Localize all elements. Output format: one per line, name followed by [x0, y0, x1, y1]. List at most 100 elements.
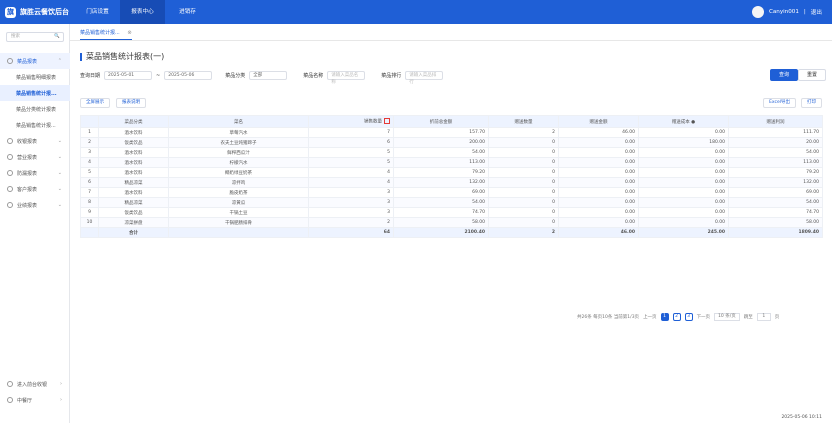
column-header-total-amount: 折前总金额: [393, 115, 489, 128]
user-separator: |: [803, 9, 806, 15]
sidebar-item-leakage-reports[interactable]: 防漏报表 ⌄: [0, 165, 70, 181]
nav-item-inventory[interactable]: 进销存: [165, 0, 210, 24]
sidebar: 搜索 🔍 菜品报表 ⌃ 菜品销售明细报表 菜品销售统计报... 菜品分类统计报表…: [0, 24, 70, 423]
total-gift-quantity: 2: [488, 227, 559, 238]
row-sales-quantity: 5: [308, 147, 394, 158]
total-gift-amount: 46.00: [558, 227, 639, 238]
table-row: 4 酒水饮料 柠檬汽水 5 113.00 0 0.00 0.00 113.00: [80, 157, 823, 168]
chevron-up-icon: ⌃: [57, 58, 62, 64]
chevron-down-icon: ⌄: [57, 186, 62, 192]
row-dish-name: 柠檬汽水: [168, 157, 309, 168]
search-icon[interactable]: 🔍: [54, 33, 60, 41]
sidebar-subitem-dish-sales-stat[interactable]: 菜品销售统计报...: [0, 85, 70, 101]
row-gift-quantity: 0: [488, 197, 559, 208]
pagination: 共26条 每页10条 当前第1/3页 上一页 1 2 3 下一页 10 条/页 …: [577, 312, 822, 322]
row-sales-quantity: 6: [308, 137, 394, 148]
row-index: 7: [80, 187, 99, 198]
location-icon: [7, 397, 13, 403]
row-gift-quantity: 0: [488, 157, 559, 168]
row-index: 5: [80, 167, 99, 178]
close-icon[interactable]: ⊗: [127, 30, 131, 36]
row-index: 1: [80, 127, 99, 138]
category-label: 菜品分类: [225, 73, 246, 79]
row-gift-cost: 0.00: [638, 197, 729, 208]
sidebar-item-customer-reports[interactable]: 客户报表 ⌄: [0, 181, 70, 197]
row-sales-quantity: 4: [308, 167, 394, 178]
brand-logo: 旗 旗胜云餐饮后台: [5, 5, 69, 19]
row-sales-quantity: 3: [308, 197, 394, 208]
row-dish-name: 草莓汽水: [168, 127, 309, 138]
column-header-category: 菜品分类: [98, 115, 169, 128]
user-avatar[interactable]: [751, 6, 764, 18]
sidebar-item-business-reports[interactable]: 营业报表 ⌄: [0, 149, 70, 165]
export-excel-button[interactable]: Excel导出: [763, 98, 796, 108]
sidebar-item-cashier-reports[interactable]: 收银报表 ⌄: [0, 133, 70, 149]
dish-rank-input[interactable]: 请输入菜品排行: [405, 71, 444, 85]
row-gift-profit: 111.70: [728, 127, 823, 138]
report-info-button[interactable]: 报表说明: [116, 98, 146, 108]
row-gift-profit: 69.00: [728, 187, 823, 198]
row-gift-amount: 0.00: [558, 177, 639, 188]
fullscreen-button[interactable]: 全屏展示: [80, 98, 110, 108]
table-row: 6 精品凉菜 凉拌鸡 4 132.00 0 0.00 0.00 132.00: [80, 177, 823, 188]
page-size-select[interactable]: 10 条/页: [714, 313, 740, 321]
column-header-sales-quantity[interactable]: 销售数量: [308, 115, 394, 128]
column-header-gift-quantity: 赠送数量: [488, 115, 559, 128]
report-content: 菜品销售统计报表(一) 查询日期 2025-05-01 ~ 2025-05-06…: [70, 41, 832, 423]
row-gift-cost: 0.00: [638, 157, 729, 168]
query-button[interactable]: 查询: [770, 69, 799, 81]
row-gift-cost: 0.00: [638, 127, 729, 138]
row-gift-profit: 74.70: [728, 207, 823, 218]
sidebar-item-dish-reports[interactable]: 菜品报表 ⌃: [0, 53, 70, 69]
jump-page-input[interactable]: 1: [756, 313, 771, 321]
row-gift-cost: 0.00: [638, 177, 729, 188]
row-dish-name: 农夫土豆炖猪蹄子: [168, 137, 309, 148]
print-button[interactable]: 打印: [801, 98, 822, 108]
row-gift-amount: 0.00: [558, 187, 639, 198]
sort-icon[interactable]: [384, 118, 390, 125]
sidebar-item-label: 收银报表: [17, 138, 38, 145]
sidebar-item-performance-reports[interactable]: 业绩报表 ⌄: [0, 197, 70, 213]
page-button-1[interactable]: 1: [660, 313, 669, 321]
enter-front-cashier-link[interactable]: 进入前台收银 ›: [0, 376, 70, 392]
category-select[interactable]: 全部: [249, 71, 288, 80]
row-gift-amount: 0.00: [558, 147, 639, 158]
sidebar-search-input[interactable]: 搜索 🔍: [6, 32, 64, 42]
top-navigation: 门店设置 报表中心 进销存: [75, 0, 210, 24]
monitor-icon: [7, 381, 13, 387]
column-header-dish-name: 菜名: [168, 115, 309, 128]
row-gift-cost: 0.00: [638, 217, 729, 228]
sidebar-subitem-dish-category-stat[interactable]: 菜品分类统计报表: [0, 101, 70, 117]
sidebar-subitem-dish-sales-detail[interactable]: 菜品销售明细报表: [0, 69, 70, 85]
help-icon[interactable]: ●: [691, 120, 695, 125]
table-tools: 全屏展示 报表说明: [80, 98, 146, 108]
row-index: 6: [80, 177, 99, 188]
row-total-amount: 157.70: [393, 127, 489, 138]
logout-link[interactable]: 退出: [811, 8, 822, 16]
sidebar-item-label: 营业报表: [17, 154, 38, 161]
total-gift-profit: 1809.40: [728, 227, 823, 238]
prev-page-button[interactable]: 上一页: [643, 314, 657, 320]
tab-dish-sales-stat[interactable]: 菜品销售统计报... ⊗: [80, 29, 132, 40]
row-gift-quantity: 0: [488, 167, 559, 178]
page-button-2[interactable]: 2: [672, 313, 681, 321]
column-header-gift-cost: 赠送成本 ●: [638, 115, 729, 128]
sidebar-item-label: 客户报表: [17, 186, 38, 193]
row-sales-quantity: 4: [308, 177, 394, 188]
medal-icon: [7, 202, 13, 208]
reset-button[interactable]: 重置: [798, 69, 827, 81]
end-date-input[interactable]: 2025-05-06: [164, 71, 213, 80]
nav-item-store-settings[interactable]: 门店设置: [75, 0, 120, 24]
restaurant-selector[interactable]: 中餐厅 ›: [0, 392, 70, 408]
row-dish-name: 干锅肥肠排骨: [168, 217, 309, 228]
start-date-input[interactable]: 2025-05-01: [104, 71, 153, 80]
sidebar-subitem-dish-sales-stat-2[interactable]: 菜品销售统计报...: [0, 117, 70, 133]
next-page-button[interactable]: 下一页: [697, 314, 711, 320]
row-gift-amount: 0.00: [558, 167, 639, 178]
nav-item-report-center[interactable]: 报表中心: [120, 0, 165, 24]
username[interactable]: Canyin001: [769, 9, 799, 15]
page-button-3[interactable]: 3: [684, 313, 693, 321]
dish-name-input[interactable]: 请输入菜品名称: [327, 71, 366, 85]
row-gift-profit: 132.00: [728, 177, 823, 188]
row-gift-cost: 0.00: [638, 207, 729, 218]
